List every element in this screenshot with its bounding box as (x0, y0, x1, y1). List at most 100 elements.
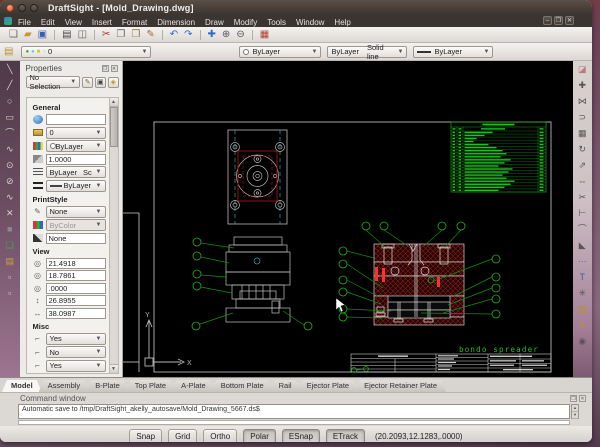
command-float-button[interactable]: ❐ (570, 395, 577, 402)
rectangle-tool-button[interactable]: ▭ (5, 113, 14, 129)
scroll-up-icon[interactable]: ▲ (109, 98, 118, 107)
toggle-esnap[interactable]: ESnap (281, 428, 320, 442)
edit-hatch-tool-button[interactable]: ▨ (578, 305, 587, 321)
hatch-tool-button[interactable]: ■ (7, 225, 12, 241)
offset-tool-button[interactable]: ⊃ (578, 113, 586, 129)
save-button[interactable]: ▣ (38, 29, 47, 40)
child-close-button[interactable]: ✕ (565, 16, 574, 25)
toggle-ortho[interactable]: Ortho (203, 428, 238, 442)
menu-file[interactable]: File (18, 18, 31, 27)
line-style-combo[interactable]: ByLayer Sc ▼ (45, 166, 106, 178)
view-width-field[interactable]: 38.0987 (45, 307, 106, 319)
menu-view[interactable]: View (65, 18, 82, 27)
tab-top-plate[interactable]: Top Plate (126, 380, 175, 392)
ellipse-tool-button[interactable]: ⊘ (6, 177, 14, 193)
cut-button[interactable]: ✂ (102, 29, 110, 40)
line-color-combo[interactable]: ByLayer ▼ (45, 140, 106, 152)
infinite-line-tool-button[interactable]: ╱ (7, 81, 12, 97)
scroll-up-icon[interactable]: ▲ (572, 405, 578, 412)
reference-tool-button[interactable]: ▫ (8, 273, 11, 289)
fillet-tool-button[interactable]: ⌒ (578, 225, 587, 241)
circle-tool-button[interactable]: ○ (7, 97, 12, 113)
name-field[interactable] (45, 114, 106, 125)
menu-window[interactable]: Window (296, 18, 324, 27)
redo-button[interactable]: ↷ (184, 29, 192, 40)
line-weight-combo[interactable]: ByLayer ▼ (413, 45, 494, 58)
stretch-tool-button[interactable]: ⇔ (578, 177, 587, 193)
view-height-field[interactable]: 26.8955 (45, 295, 106, 306)
mirror-tool-button[interactable]: ⋈ (578, 97, 587, 113)
extend-tool-button[interactable]: ⊢ (578, 209, 586, 225)
command-close-button[interactable]: ✕ (579, 395, 586, 402)
pattern-tool-button[interactable]: ▦ (578, 129, 587, 145)
split-tool-button[interactable]: ⋯ (578, 257, 587, 273)
command-log[interactable]: Automatic save to /tmp/DraftSight_akelly… (18, 404, 570, 419)
properties-scrollbar[interactable]: ▲ ▼ (108, 98, 118, 373)
child-restore-button[interactable]: ❐ (554, 16, 563, 25)
properties-grid-button[interactable]: ▦ (260, 29, 269, 40)
zoom-in-button[interactable]: ⊕ (222, 29, 230, 40)
note-tool-button[interactable]: ▫ (8, 289, 11, 305)
properties-paint-tool-button[interactable]: ◉ (578, 337, 586, 353)
ucs-per-viewport-combo[interactable]: Yes ▼ (45, 359, 106, 372)
selection-filter-combo[interactable]: No Selection ▼ (25, 73, 81, 91)
menu-modify[interactable]: Modify (234, 18, 258, 27)
ucs-icon-at-origin-combo[interactable]: No ▼ (45, 346, 106, 358)
polyline-tool-button[interactable]: ∿ (6, 145, 14, 161)
format-painter-button[interactable]: ✎ (146, 29, 154, 40)
tab-assembly[interactable]: Assembly (39, 380, 90, 392)
print-preview-button[interactable]: ◫ (78, 29, 87, 40)
erase-tool-button[interactable]: ◪ (578, 65, 587, 81)
view-center-y-field[interactable]: 18.7861 (45, 270, 106, 281)
new-button[interactable]: ❏ (9, 29, 18, 40)
toggle-polar[interactable]: Polar (243, 428, 276, 442)
point-tool-button[interactable]: ⊙ (6, 161, 14, 177)
line-tool-button[interactable]: ╲ (7, 65, 12, 81)
edit-polyline-tool-button[interactable]: ✎ (578, 321, 586, 337)
scrollbar-thumb[interactable] (109, 107, 118, 147)
scroll-down-icon[interactable]: ▼ (109, 364, 118, 373)
tab-ejector-plate[interactable]: Ejector Plate (298, 380, 359, 392)
menu-format[interactable]: Format (122, 18, 147, 27)
tab-b-plate[interactable]: B-Plate (86, 380, 129, 392)
print-button[interactable]: ▤ (62, 29, 71, 40)
menu-draw[interactable]: Draw (205, 18, 224, 27)
rotate-tool-button[interactable]: ↻ (578, 145, 586, 161)
line-scale-field[interactable]: 1.0000 (45, 153, 106, 165)
menu-help[interactable]: Help (334, 18, 350, 27)
flyout-button[interactable]: ◈ (107, 76, 119, 88)
scroll-down-icon[interactable]: ▼ (572, 412, 578, 419)
toggle-snap[interactable]: Snap (129, 428, 163, 442)
chamfer-tool-button[interactable]: ◣ (579, 241, 586, 257)
pan-button[interactable]: ✚ (208, 29, 216, 40)
toggle-etrack[interactable]: ETrack (325, 428, 365, 442)
print-color-combo[interactable]: ByColor ▼ (45, 219, 106, 231)
layer-combo[interactable]: 0 ▼ (45, 126, 106, 139)
arc-tool-button[interactable]: ⌒ (5, 129, 14, 145)
mark-divide-tool-button[interactable]: ✕ (6, 209, 14, 225)
move-tool-button[interactable]: ✚ (578, 81, 586, 97)
trim-tool-button[interactable]: ✂ (578, 193, 586, 209)
quick-select-button[interactable]: ▣ (94, 76, 106, 88)
text-tool-button[interactable]: T (580, 273, 586, 289)
zoom-out-button[interactable]: ⊖ (236, 29, 244, 40)
print-table-field[interactable]: None (45, 232, 106, 244)
window-minimize-button[interactable] (18, 3, 26, 12)
explode-tool-button[interactable]: ✳ (578, 289, 586, 305)
menu-dimension[interactable]: Dimension (157, 18, 195, 27)
open-button[interactable]: ▰ (24, 29, 32, 40)
drawing-canvas[interactable]: bondo spreader Y X (122, 61, 573, 377)
properties-close-button[interactable]: ✕ (110, 65, 118, 72)
ucs-name-field[interactable] (46, 373, 106, 374)
properties-float-button[interactable]: ❐ (101, 65, 109, 72)
tab-ejector-retainer-plate[interactable]: Ejector Retainer Plate (355, 380, 446, 392)
tab-a-plate[interactable]: A-Plate (172, 380, 215, 392)
view-center-x-field[interactable]: 21.4918 (45, 257, 106, 269)
menu-edit[interactable]: Edit (41, 18, 55, 27)
make-block-tool-button[interactable]: ❑ (6, 241, 14, 257)
window-maximize-button[interactable] (30, 3, 38, 12)
layer-manager-icon[interactable]: ▤ (4, 46, 13, 57)
command-scrollbar[interactable]: ▲ ▼ (571, 404, 579, 419)
spline-tool-button[interactable]: ∿ (6, 193, 14, 209)
copy-button[interactable]: ❐ (116, 29, 125, 40)
